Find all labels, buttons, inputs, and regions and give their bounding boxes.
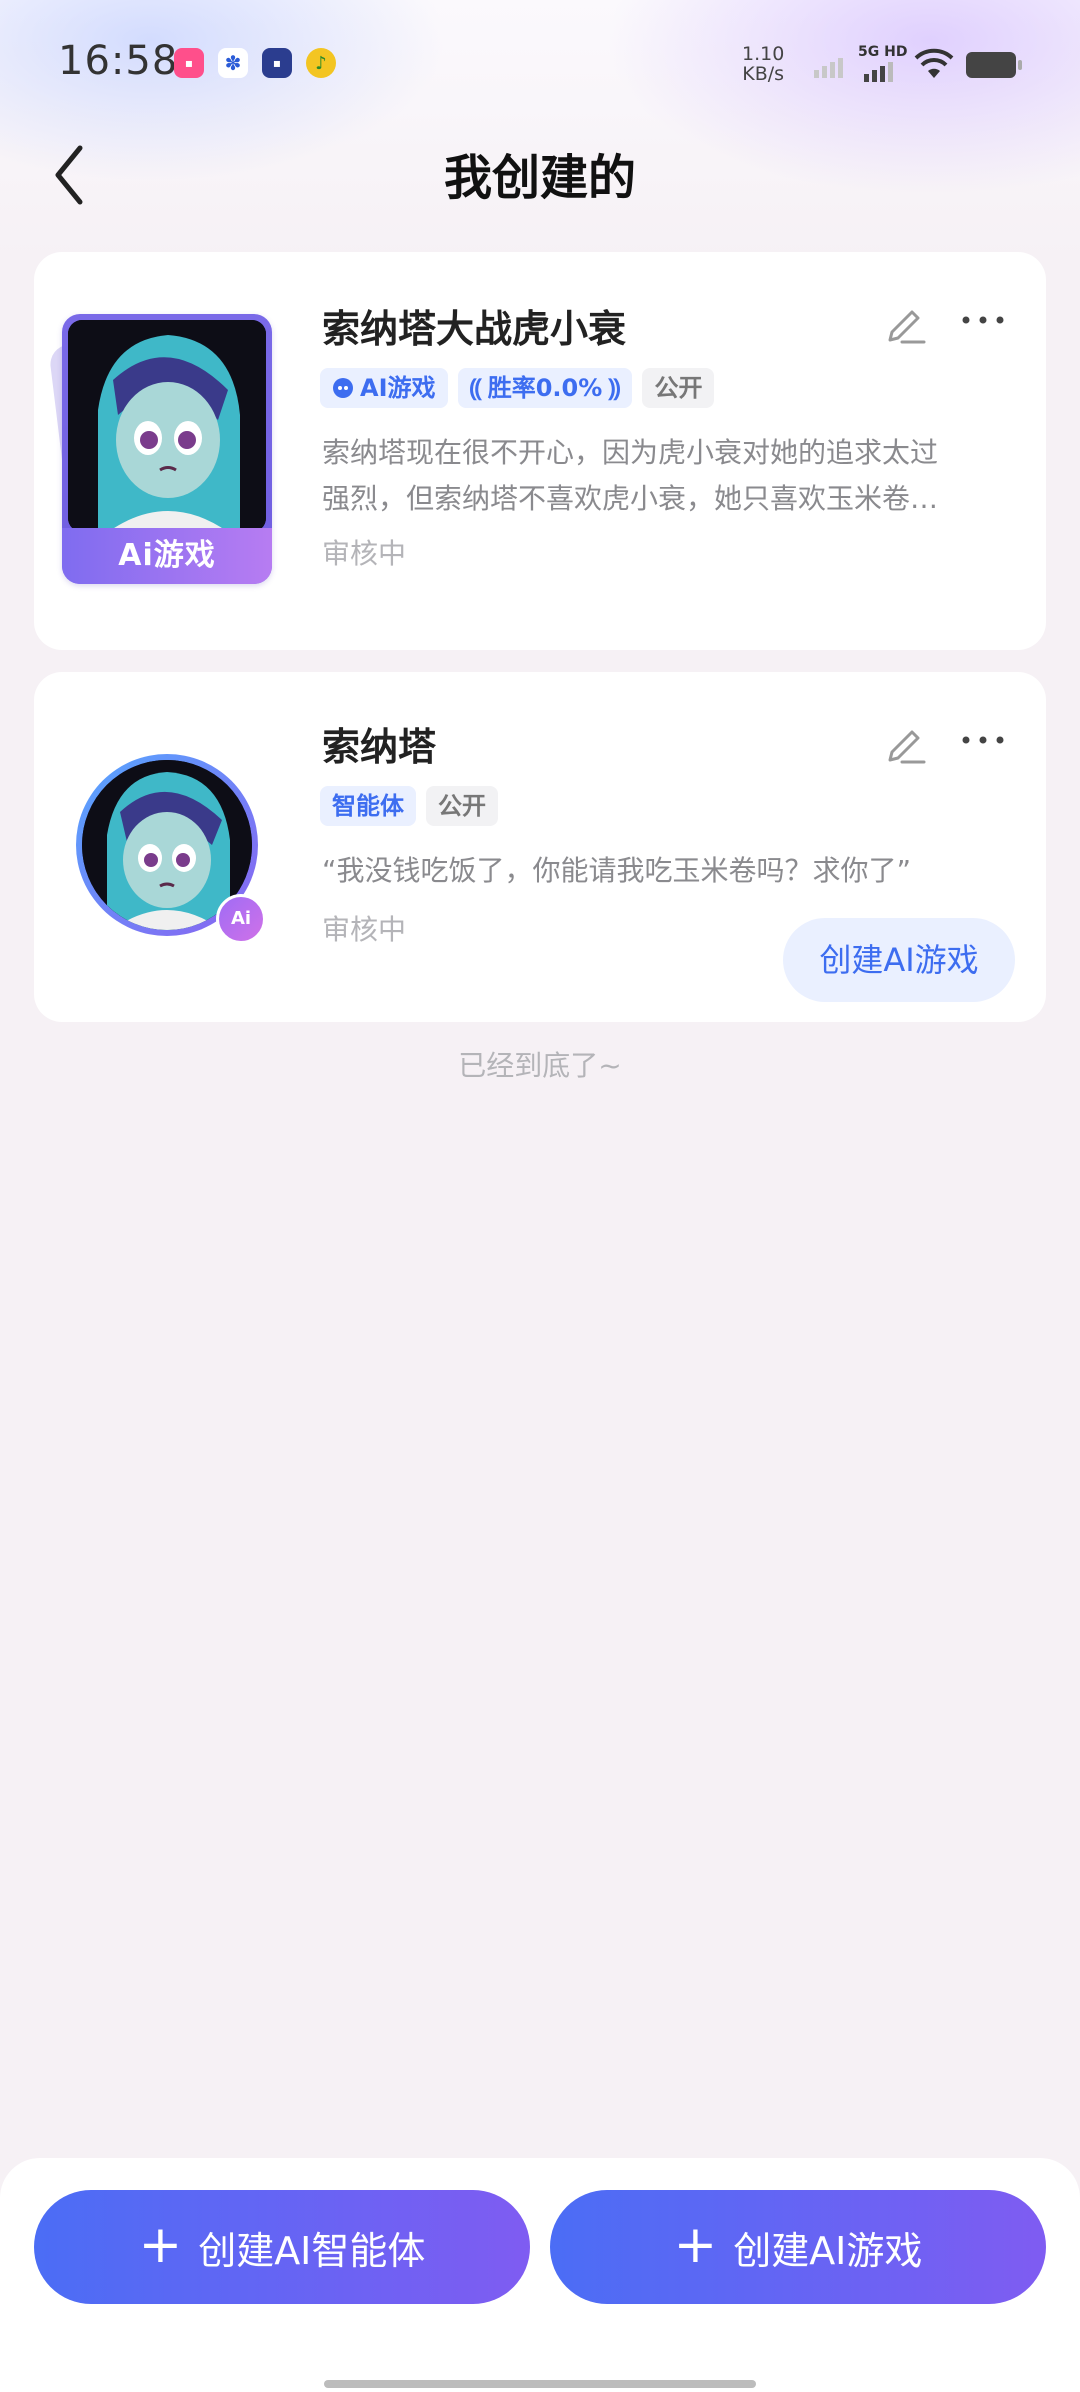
status-time: 16:58	[58, 38, 179, 84]
lofter-icon: ▪	[174, 48, 204, 78]
robot-icon	[333, 378, 353, 398]
home-indicator[interactable]	[324, 2380, 756, 2388]
created-item-card[interactable]: Ai游戏 索纳塔大战虎小衰 AI游戏 ⸨ 胜率0.0% ⸩ 公开 索纳塔现在很不…	[34, 252, 1046, 650]
cover-label: Ai游戏	[62, 528, 272, 584]
more-icon[interactable]	[958, 720, 1008, 766]
tag-agent: 智能体	[320, 786, 416, 826]
create-ai-agent-button[interactable]: + 创建AI智能体	[34, 2190, 530, 2304]
tieba-icon: ▪	[262, 48, 292, 78]
tag-list: 智能体 公开	[320, 786, 498, 826]
signal-sim2-icon	[864, 62, 893, 82]
wifi-icon	[914, 48, 954, 78]
ai-badge: Ai	[216, 894, 266, 944]
created-item-card[interactable]: Ai 索纳塔 智能体 公开 “我没钱吃饭了，你能请我吃玉米卷吗？求你了” 审核中…	[34, 672, 1046, 1022]
laurel-right-icon: ⸩	[608, 374, 621, 402]
tag-public: 公开	[426, 786, 498, 826]
game-cover-image[interactable]: Ai游戏	[62, 314, 272, 584]
qq-music-icon: ♪	[306, 48, 336, 78]
battery-icon	[966, 52, 1022, 78]
network-speed-value: 1.10	[742, 43, 785, 65]
tag-win-rate: ⸨ 胜率0.0% ⸩	[457, 368, 633, 408]
laurel-left-icon: ⸨	[469, 374, 482, 402]
tag-ai-game: AI游戏	[320, 368, 448, 408]
network-speed-unit: KB/s	[742, 63, 785, 85]
plus-icon: +	[138, 2215, 183, 2275]
character-art	[68, 320, 266, 532]
notification-icons: ▪ ✽ ▪ ♪	[174, 48, 336, 78]
status-bar: 16:58 ▪ ✽ ▪ ♪ 1.10 KB/s 5G HD	[0, 0, 1080, 130]
item-description: 索纳塔现在很不开心，因为虎小衰对她的追求太过 强烈，但索纳塔不喜欢虎小衰，她只喜…	[322, 436, 939, 515]
plus-icon: +	[673, 2215, 718, 2275]
create-ai-game-button[interactable]: 创建AI游戏	[783, 918, 1015, 1002]
review-status: 审核中	[322, 537, 407, 570]
network-type-label: 5G HD	[858, 44, 908, 60]
edit-icon[interactable]	[882, 300, 928, 346]
tag-public: 公开	[642, 368, 715, 408]
end-of-list-text: 已经到底了~	[458, 1049, 622, 1082]
item-description: “我没钱吃饭了，你能请我吃玉米卷吗？求你了”	[322, 854, 912, 887]
page-title: 我创建的	[443, 150, 636, 206]
avatar[interactable]: Ai	[76, 754, 266, 944]
baidu-icon: ✽	[218, 48, 248, 78]
item-title: 索纳塔大战虎小衰	[322, 307, 627, 351]
more-icon[interactable]	[958, 300, 1008, 346]
create-ai-game-label: 创建AI游戏	[733, 2228, 923, 2273]
review-status: 审核中	[322, 913, 407, 946]
item-title: 索纳塔	[322, 725, 437, 769]
create-ai-game-bottom-button[interactable]: + 创建AI游戏	[550, 2190, 1046, 2304]
signal-sim1-icon	[814, 58, 843, 78]
create-ai-agent-label: 创建AI智能体	[198, 2228, 426, 2273]
network-speed: 1.10 KB/s	[742, 44, 784, 84]
edit-icon[interactable]	[882, 720, 928, 766]
tag-list: AI游戏 ⸨ 胜率0.0% ⸩ 公开	[320, 368, 715, 408]
bottom-action-bar: + 创建AI智能体 + 创建AI游戏	[0, 2158, 1080, 2392]
